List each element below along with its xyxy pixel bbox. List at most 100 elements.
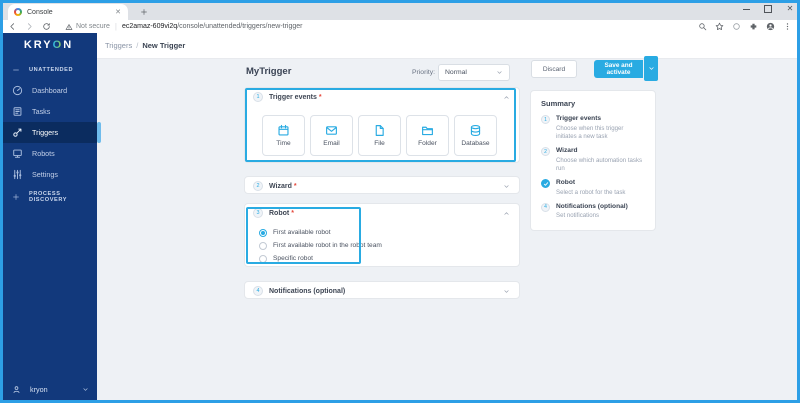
summary-item: 2 Wizard Choose which automation tasks run (541, 147, 645, 173)
sidebar-scrollbar-thumb[interactable] (97, 122, 101, 143)
chevron-up-icon[interactable] (503, 210, 510, 217)
save-and-activate-button[interactable]: Save and activate (594, 60, 643, 78)
summary-item-desc: Choose which automation tasks run (556, 156, 643, 172)
back-icon[interactable] (8, 22, 17, 31)
robot-options: First available robot First available rob… (259, 226, 382, 265)
summary-item-text: Notifications (optional) Set notification… (556, 203, 628, 221)
section-wizard: 2 Wizard * (244, 176, 520, 194)
chevron-down-icon (82, 386, 89, 393)
trigger-event-tiles: Time Email File Folder Database (262, 115, 497, 156)
browser-tab-console[interactable]: Console ✕ (8, 4, 128, 20)
breadcrumb-separator: / (136, 41, 139, 50)
sidebar-group-process-discovery[interactable]: PROCESS DISCOVERY (0, 190, 97, 204)
section-notifications-header[interactable]: 4 Notifications (optional) (245, 282, 519, 300)
bookmark-star-icon[interactable] (715, 22, 724, 31)
sidebar-item-robots[interactable]: Robots (0, 143, 97, 164)
search-icon[interactable] (698, 22, 707, 31)
chevron-down-icon[interactable] (503, 288, 510, 295)
sidebar-group-unattended[interactable]: UNATTENDED (0, 63, 97, 77)
robot-option-row[interactable]: First available robot in the robot team (259, 239, 382, 252)
kryon-logo: KRYON (23, 39, 74, 51)
summary-item-text: Trigger events Choose when this trigger i… (556, 115, 645, 141)
summary-item-title: Trigger events (556, 115, 602, 122)
step-number-badge: 4 (541, 202, 550, 212)
summary-item-text: Wizard Choose which automation tasks run (556, 147, 645, 173)
omnibox[interactable]: Not secure | ec2amaz-609vi2q/console/una… (65, 22, 303, 31)
robot-option-row[interactable]: First available robot (259, 226, 382, 239)
sidebar-item-settings[interactable]: Settings (0, 164, 97, 185)
tasks-icon (12, 106, 23, 117)
priority-select[interactable]: Normal (438, 64, 510, 81)
profile-avatar-icon[interactable] (766, 22, 775, 31)
sidebar-item-dashboard[interactable]: Dashboard (0, 80, 97, 101)
user-name: kryon (30, 384, 48, 394)
settings-icon (12, 169, 23, 180)
summary-item-title: Notifications (optional) (556, 202, 628, 210)
radio-button[interactable] (259, 254, 267, 263)
reload-icon[interactable] (42, 22, 51, 31)
radio-button[interactable] (259, 228, 267, 237)
new-tab-button[interactable] (138, 5, 150, 17)
required-asterisk: * (291, 209, 294, 217)
security-label: Not secure (76, 23, 110, 30)
summary-item-desc: Choose when this trigger initiates a new… (556, 124, 624, 140)
url-path: /console/unattended/triggers/new-trigger (177, 23, 303, 30)
section-robot-header[interactable]: 3 Robot * (245, 204, 519, 222)
robot-option-row[interactable]: Specific robot (259, 252, 382, 265)
summary-item-desc: Select a robot for the task (556, 188, 626, 196)
step-number-badge: 3 (253, 208, 263, 218)
save-options-dropdown-button[interactable] (644, 56, 658, 81)
chevron-down-icon (496, 69, 503, 76)
radio-button[interactable] (259, 241, 267, 250)
url-divider: | (114, 22, 117, 31)
trigger-tile-label: Email (323, 140, 340, 147)
extensions-puzzle-icon[interactable] (749, 22, 758, 31)
sidebar-item-triggers[interactable]: Triggers (0, 122, 97, 143)
sidebar-nav: Dashboard Tasks Triggers Robots Settings (0, 80, 97, 185)
email-icon (325, 124, 338, 137)
browser-tabstrip: Console ✕ ✕ (0, 0, 800, 20)
window-minimize-button[interactable] (742, 5, 750, 13)
browser-menu-kebab-icon[interactable] (783, 22, 792, 31)
extension-circle-icon[interactable] (732, 22, 741, 31)
sidebar-item-tasks[interactable]: Tasks (0, 101, 97, 122)
breadcrumb-parent[interactable]: Triggers (105, 41, 132, 50)
step-number-badge: 2 (253, 181, 263, 191)
forward-icon[interactable] (25, 22, 34, 31)
trigger-tile-file[interactable]: File (358, 115, 401, 156)
step-done-check-icon (541, 179, 550, 188)
page-title: MyTrigger (246, 66, 292, 77)
database-icon (469, 124, 482, 137)
required-asterisk: * (318, 93, 322, 101)
chevron-up-icon[interactable] (503, 94, 510, 101)
breadcrumb-current: New Trigger (142, 41, 186, 50)
capture-frame-border (0, 0, 800, 403)
window-maximize-button[interactable] (764, 5, 772, 13)
trigger-tile-label: File (374, 140, 385, 147)
summary-title: Summary (541, 99, 576, 108)
step-number-badge: 4 (253, 286, 263, 296)
browser-addressbar: Not secure | ec2amaz-609vi2q/console/una… (0, 20, 800, 34)
trigger-tile-email[interactable]: Email (310, 115, 353, 156)
trigger-tile-label: Folder (418, 140, 437, 147)
required-asterisk: * (293, 182, 297, 190)
trigger-tile-folder[interactable]: Folder (406, 115, 449, 156)
sidebar-item-label: Dashboard (32, 86, 68, 95)
section-trigger-events-header[interactable]: 1 Trigger events * (245, 88, 519, 106)
window-close-button[interactable]: ✕ (786, 5, 794, 13)
summary-item-desc: Set notifications (556, 212, 600, 220)
discard-button[interactable]: Discard (531, 60, 577, 78)
trigger-tile-database[interactable]: Database (454, 115, 497, 156)
priority-label: Priority: (412, 69, 436, 76)
summary-item-title: Wizard (556, 147, 578, 154)
sidebar-user-menu[interactable]: kryon (0, 380, 97, 398)
summary-item-title: Robot (556, 179, 576, 186)
sidebar-item-label: Triggers (32, 128, 59, 137)
priority-value: Normal (445, 69, 467, 76)
breadcrumb: Triggers / New Trigger (97, 33, 800, 59)
trigger-tile-time[interactable]: Time (262, 115, 305, 156)
summary-item-text: Robot Select a robot for the task (556, 179, 625, 197)
chevron-down-icon[interactable] (503, 183, 510, 190)
tab-close-icon[interactable]: ✕ (114, 8, 122, 16)
section-wizard-header[interactable]: 2 Wizard * (245, 177, 519, 195)
